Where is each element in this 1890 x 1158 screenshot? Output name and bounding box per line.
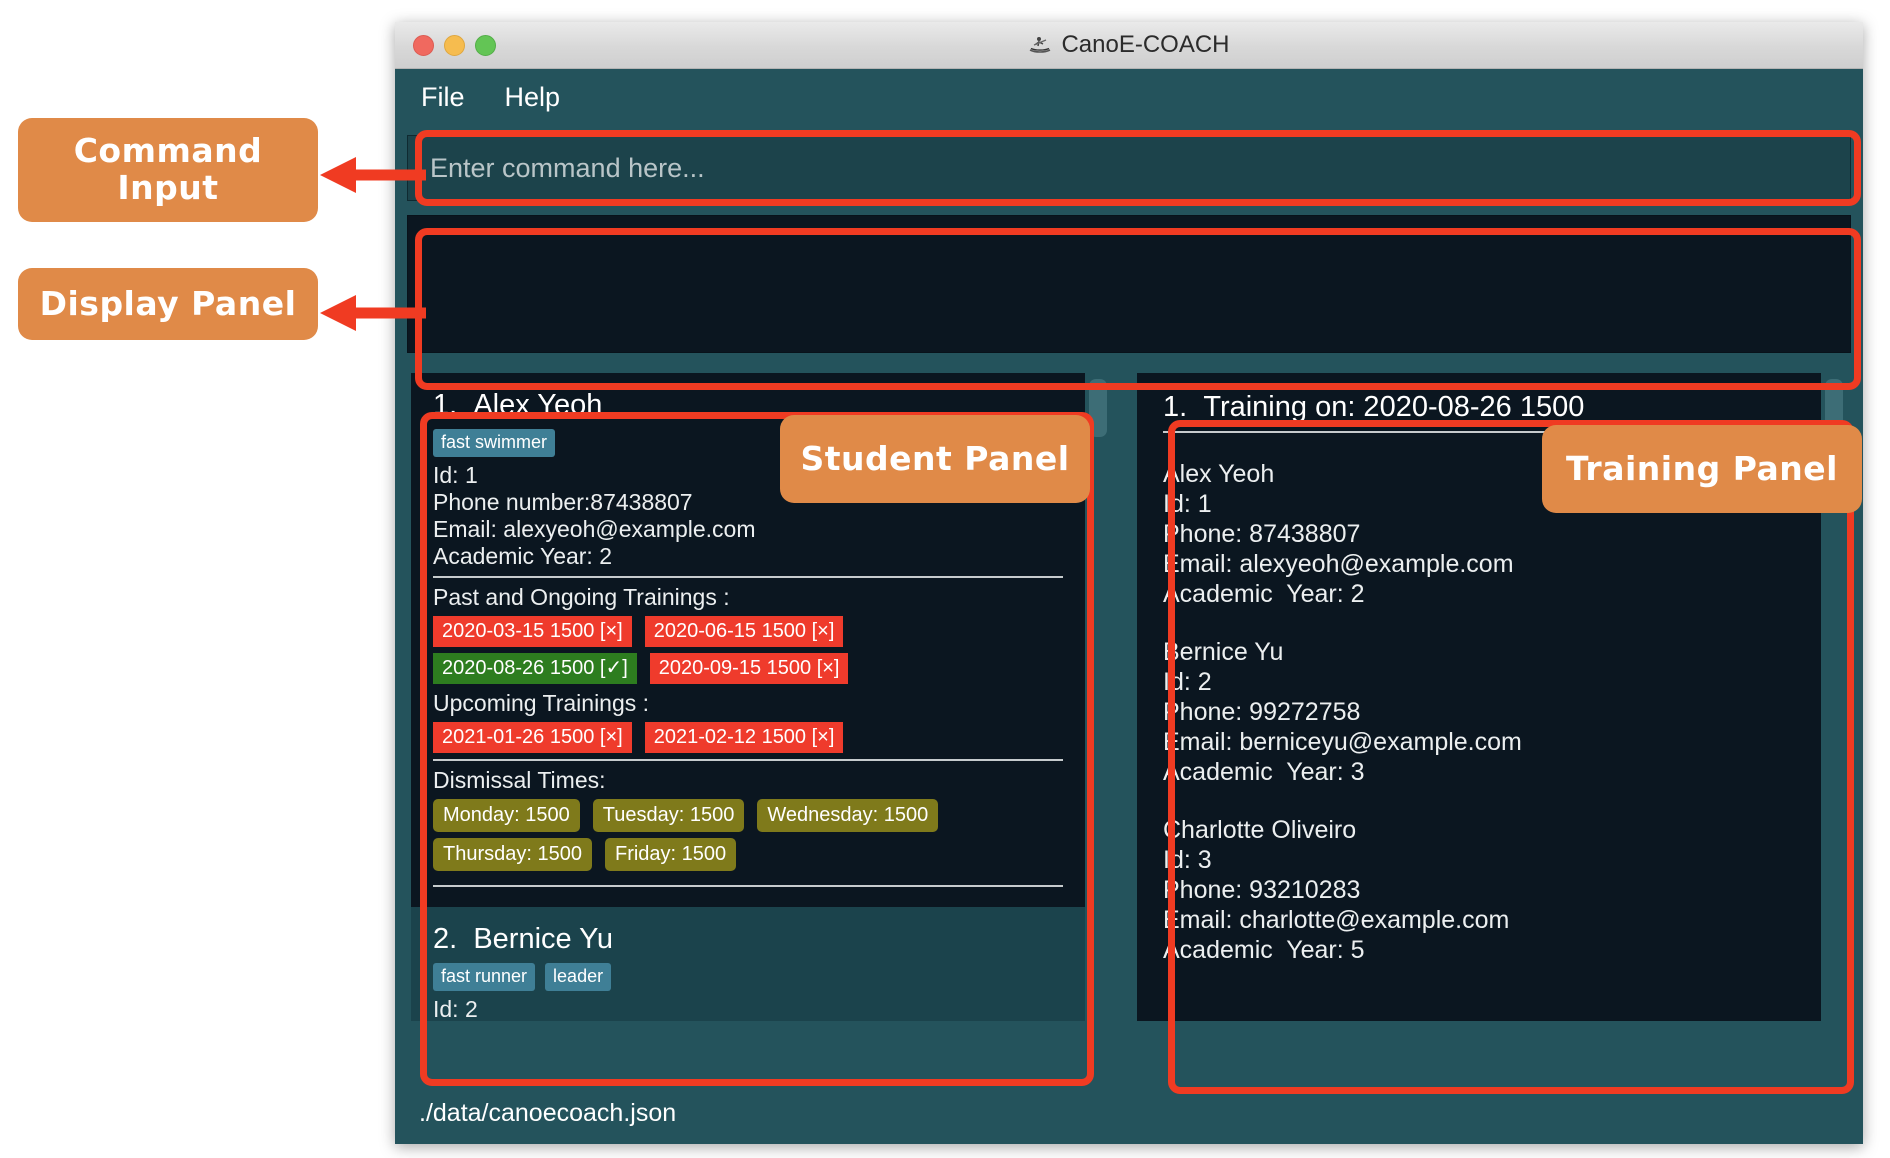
dismissal-badge: Monday: 1500 [433, 799, 580, 832]
student-card[interactable]: 2. Bernice Yu fast runner leader Id: 2 [411, 907, 1085, 1021]
student-tag: leader [545, 963, 612, 991]
attendee-academic-year: Academic Year: 3 [1163, 758, 1365, 786]
dismissal-badge: Friday: 1500 [604, 838, 737, 871]
past-trainings-row: 2020-08-26 1500 [✓] 2020-09-15 1500 [×] [433, 653, 1063, 684]
annotation-label-display-panel: Display Panel [18, 268, 318, 340]
student-index: 1. [433, 389, 458, 421]
training-badge[interactable]: 2021-02-12 1500 [×] [644, 722, 844, 753]
display-panel [407, 215, 1851, 353]
scrollbar-thumb[interactable] [1089, 379, 1107, 437]
dismissal-times-row: Monday: 1500 Tuesday: 1500 Wednesday: 15… [433, 799, 1063, 832]
command-input-container [407, 135, 1851, 201]
student-id: Id: 2 [433, 995, 478, 1022]
attendee-name: Bernice Yu [1163, 638, 1284, 666]
canoe-icon [1028, 33, 1052, 57]
divider [433, 759, 1063, 761]
training-title-text: Training on: 2020-08-26 1500 [1203, 391, 1585, 423]
traffic-light-group [413, 34, 496, 56]
attendee-name: Charlotte Oliveiro [1163, 816, 1357, 844]
past-trainings-row: 2020-03-15 1500 [×] 2020-06-15 1500 [×] [433, 616, 1063, 647]
attendee-academic-year: Academic Year: 5 [1163, 936, 1365, 964]
attendee-phone: Phone: 93210283 [1163, 876, 1361, 904]
data-file-path: ./data/canoecoach.json [419, 1098, 677, 1127]
training-badge[interactable]: 2021-01-26 1500 [×] [433, 722, 632, 753]
attendee-phone: Phone: 87438807 [1163, 520, 1361, 548]
student-name: Bernice Yu [473, 923, 614, 955]
attendee-id: Id: 3 [1163, 846, 1212, 874]
status-bar: ./data/canoecoach.json [405, 1090, 1853, 1136]
student-email: Email: alexyeoh@example.com [433, 515, 756, 542]
menu-bar: File Help [395, 69, 1863, 125]
training-card-title: 1. Training on: 2020-08-26 1500 [1163, 391, 1795, 424]
training-badge[interactable]: 2020-08-26 1500 [✓] [433, 653, 637, 684]
application-window: CanoE-COACH File Help 1. Alex Yeoh [395, 22, 1863, 1144]
dismissal-badge: Tuesday: 1500 [592, 799, 745, 832]
annotation-label-command-input: Command Input [18, 118, 318, 222]
window-title-text: CanoE-COACH [1061, 31, 1230, 58]
upcoming-trainings-label: Upcoming Trainings : [433, 690, 650, 716]
student-index: 2. [433, 923, 458, 955]
annotation-arrow-display [320, 295, 426, 331]
command-input[interactable] [408, 135, 1850, 201]
student-tag: fast swimmer [433, 429, 556, 457]
dismissal-times-row: Thursday: 1500 Friday: 1500 [433, 838, 1063, 871]
dismissal-badge: Wednesday: 1500 [757, 799, 939, 832]
minimize-button[interactable] [444, 34, 465, 56]
training-badge[interactable]: 2020-09-15 1500 [×] [649, 653, 849, 684]
student-academic-year: Academic Year: 2 [433, 542, 613, 569]
training-badge[interactable]: 2020-06-15 1500 [×] [644, 616, 844, 647]
attendee-entry: Charlotte Oliveiro Id: 3 Phone: 93210283… [1163, 815, 1795, 965]
window-title-group: CanoE-COACH [395, 31, 1863, 59]
attendee-entry: Bernice Yu Id: 2 Phone: 99272758 Email: … [1163, 637, 1795, 787]
training-index: 1. [1163, 391, 1188, 423]
student-name: Alex Yeoh [473, 389, 603, 421]
annotation-label-student-panel: Student Panel [780, 415, 1090, 503]
student-tag-row: fast runner leader [433, 963, 1063, 991]
maximize-button[interactable] [475, 34, 496, 56]
menu-item-file[interactable]: File [421, 82, 465, 113]
attendee-id: Id: 2 [1163, 668, 1212, 696]
attendee-email: Email: charlotte@example.com [1163, 906, 1510, 934]
attendee-email: Email: berniceyu@example.com [1163, 728, 1522, 756]
window-titlebar: CanoE-COACH [395, 22, 1863, 69]
screenshot-root: CanoE-COACH File Help 1. Alex Yeoh [0, 0, 1890, 1158]
menu-item-help[interactable]: Help [505, 82, 561, 113]
close-button[interactable] [413, 34, 434, 56]
annotation-arrow-command [320, 157, 426, 193]
divider [433, 576, 1063, 578]
divider [433, 885, 1063, 887]
dismissal-badge: Thursday: 1500 [433, 838, 592, 871]
upcoming-trainings-row: 2021-01-26 1500 [×] 2021-02-12 1500 [×] [433, 722, 1063, 753]
attendee-email: Email: alexyeoh@example.com [1163, 550, 1514, 578]
past-trainings-label: Past and Ongoing Trainings : [433, 584, 730, 610]
student-tag: fast runner [433, 963, 536, 991]
attendee-academic-year: Academic Year: 2 [1163, 580, 1365, 608]
training-badge[interactable]: 2020-03-15 1500 [×] [433, 616, 632, 647]
dismissal-times-label: Dismissal Times: [433, 767, 606, 793]
attendee-phone: Phone: 99272758 [1163, 698, 1361, 726]
annotation-label-training-panel: Training Panel [1542, 425, 1862, 513]
student-card-title: 2. Bernice Yu [433, 923, 1063, 956]
